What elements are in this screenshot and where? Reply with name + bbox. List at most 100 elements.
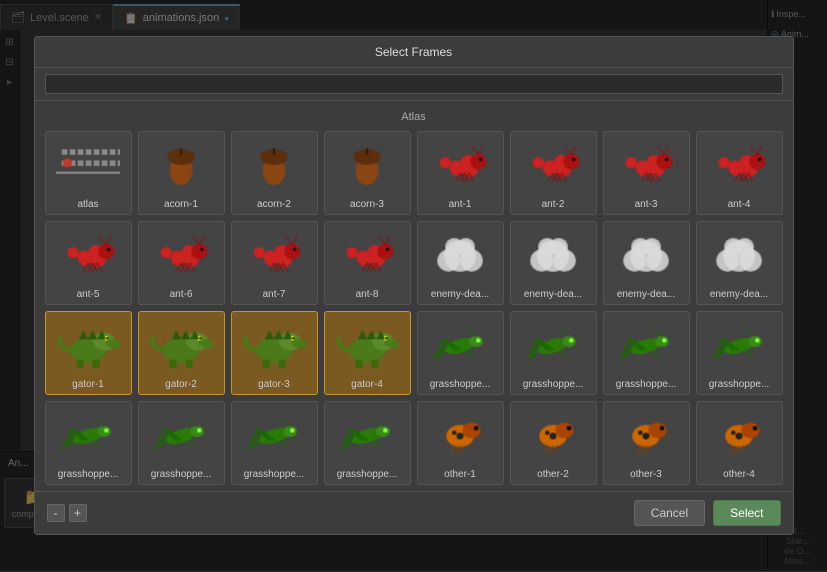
frame-canvas-acorn-3	[335, 138, 399, 194]
frame-sprite-ant-1	[425, 136, 495, 196]
frame-canvas-enemy-dead-1	[428, 228, 492, 284]
frame-canvas-grasshopper-4	[707, 318, 771, 374]
frame-item-ant-2[interactable]: ant-2	[510, 131, 597, 215]
frame-canvas-ant-4	[707, 138, 771, 194]
frame-sprite-grasshopper-3	[611, 316, 681, 376]
frame-label-ant-5: ant-5	[50, 289, 127, 300]
frame-sprite-gator-3	[239, 316, 309, 376]
frame-sprite-enemy-dead-4	[704, 226, 774, 286]
frame-item-other-4[interactable]: other-4	[696, 401, 783, 485]
frame-label-ant-2: ant-2	[515, 199, 592, 210]
cancel-button[interactable]: Cancel	[634, 500, 705, 526]
frame-sprite-acorn-2	[239, 136, 309, 196]
select-button[interactable]: Select	[713, 500, 780, 526]
frame-canvas-gator-2	[149, 318, 213, 374]
frame-item-grasshopper-5[interactable]: grasshoppe...	[45, 401, 132, 485]
frame-canvas-ant-3	[614, 138, 678, 194]
frame-item-enemy-dead-1[interactable]: enemy-dea...	[417, 221, 504, 305]
frame-label-grasshopper-4: grasshoppe...	[701, 379, 778, 390]
frame-canvas-grasshopper-6	[149, 408, 213, 464]
frame-item-acorn-2[interactable]: acorn-2	[231, 131, 318, 215]
select-frames-dialog: Select Frames Atlas atlasacorn-1acorn-2a…	[34, 36, 794, 535]
frame-sprite-ant-6	[146, 226, 216, 286]
frame-label-atlas: atlas	[50, 199, 127, 210]
frame-item-atlas[interactable]: atlas	[45, 131, 132, 215]
frame-canvas-acorn-2	[242, 138, 306, 194]
frame-item-enemy-dead-3[interactable]: enemy-dea...	[603, 221, 690, 305]
frame-item-gator-2[interactable]: gator-2	[138, 311, 225, 395]
dialog-body[interactable]: Atlas atlasacorn-1acorn-2acorn-3ant-1ant…	[35, 101, 793, 491]
frame-label-other-2: other-2	[515, 469, 592, 480]
frame-label-acorn-3: acorn-3	[329, 199, 406, 210]
frame-item-other-3[interactable]: other-3	[603, 401, 690, 485]
frames-grid: atlas acorn-1 acorn-2 acorn-3 ant-1 ant-2 ant-…	[45, 131, 783, 485]
frame-item-ant-5[interactable]: ant-5	[45, 221, 132, 305]
frame-canvas-gator-3	[242, 318, 306, 374]
frame-sprite-ant-7	[239, 226, 309, 286]
frame-canvas-enemy-dead-3	[614, 228, 678, 284]
frame-canvas-grasshopper-5	[56, 408, 120, 464]
frame-label-enemy-dead-1: enemy-dea...	[422, 289, 499, 300]
frame-item-gator-4[interactable]: gator-4	[324, 311, 411, 395]
frame-item-ant-7[interactable]: ant-7	[231, 221, 318, 305]
frame-canvas-ant-6	[149, 228, 213, 284]
frame-canvas-other-1	[428, 408, 492, 464]
frame-item-ant-8[interactable]: ant-8	[324, 221, 411, 305]
frame-item-enemy-dead-4[interactable]: enemy-dea...	[696, 221, 783, 305]
frame-canvas-other-3	[614, 408, 678, 464]
frame-label-gator-2: gator-2	[143, 379, 220, 390]
frame-item-grasshopper-8[interactable]: grasshoppe...	[324, 401, 411, 485]
frame-sprite-ant-3	[611, 136, 681, 196]
frame-label-enemy-dead-2: enemy-dea...	[515, 289, 592, 300]
frame-canvas-gator-1	[56, 318, 120, 374]
frame-canvas-ant-8	[335, 228, 399, 284]
frame-item-ant-3[interactable]: ant-3	[603, 131, 690, 215]
frame-sprite-acorn-3	[332, 136, 402, 196]
zoom-controls: - +	[47, 504, 87, 522]
frame-item-grasshopper-7[interactable]: grasshoppe...	[231, 401, 318, 485]
dialog-title: Select Frames	[35, 37, 793, 68]
frame-item-ant-4[interactable]: ant-4	[696, 131, 783, 215]
frame-label-gator-3: gator-3	[236, 379, 313, 390]
frame-item-grasshopper-1[interactable]: grasshoppe...	[417, 311, 504, 395]
frame-item-ant-1[interactable]: ant-1	[417, 131, 504, 215]
frame-item-other-2[interactable]: other-2	[510, 401, 597, 485]
frame-sprite-grasshopper-4	[704, 316, 774, 376]
frame-canvas-other-2	[521, 408, 585, 464]
frame-item-enemy-dead-2[interactable]: enemy-dea...	[510, 221, 597, 305]
frame-label-gator-4: gator-4	[329, 379, 406, 390]
frame-sprite-other-1	[425, 406, 495, 466]
zoom-minus-button[interactable]: -	[47, 504, 65, 522]
frame-item-gator-1[interactable]: gator-1	[45, 311, 132, 395]
frame-label-grasshopper-6: grasshoppe...	[143, 469, 220, 480]
zoom-plus-button[interactable]: +	[69, 504, 87, 522]
frame-label-grasshopper-8: grasshoppe...	[329, 469, 406, 480]
frame-canvas-grasshopper-8	[335, 408, 399, 464]
frame-label-other-1: other-1	[422, 469, 499, 480]
frame-label-acorn-1: acorn-1	[143, 199, 220, 210]
dialog-title-text: Select Frames	[375, 45, 452, 59]
frame-canvas-enemy-dead-4	[707, 228, 771, 284]
frame-item-grasshopper-4[interactable]: grasshoppe...	[696, 311, 783, 395]
frame-label-ant-4: ant-4	[701, 199, 778, 210]
search-input[interactable]	[45, 74, 783, 94]
frame-canvas-enemy-dead-2	[521, 228, 585, 284]
frame-item-acorn-1[interactable]: acorn-1	[138, 131, 225, 215]
frame-label-grasshopper-1: grasshoppe...	[422, 379, 499, 390]
frame-item-grasshopper-2[interactable]: grasshoppe...	[510, 311, 597, 395]
frame-canvas-atlas	[56, 138, 120, 194]
frame-sprite-other-3	[611, 406, 681, 466]
frame-label-ant-1: ant-1	[422, 199, 499, 210]
frame-canvas-acorn-1	[149, 138, 213, 194]
dialog-search-area	[35, 68, 793, 101]
frame-item-gator-3[interactable]: gator-3	[231, 311, 318, 395]
frame-item-ant-6[interactable]: ant-6	[138, 221, 225, 305]
frame-sprite-other-2	[518, 406, 588, 466]
frame-item-acorn-3[interactable]: acorn-3	[324, 131, 411, 215]
frame-canvas-grasshopper-7	[242, 408, 306, 464]
frame-item-grasshopper-3[interactable]: grasshoppe...	[603, 311, 690, 395]
frame-item-other-1[interactable]: other-1	[417, 401, 504, 485]
frame-item-grasshopper-6[interactable]: grasshoppe...	[138, 401, 225, 485]
frame-label-ant-6: ant-6	[143, 289, 220, 300]
frame-canvas-grasshopper-3	[614, 318, 678, 374]
